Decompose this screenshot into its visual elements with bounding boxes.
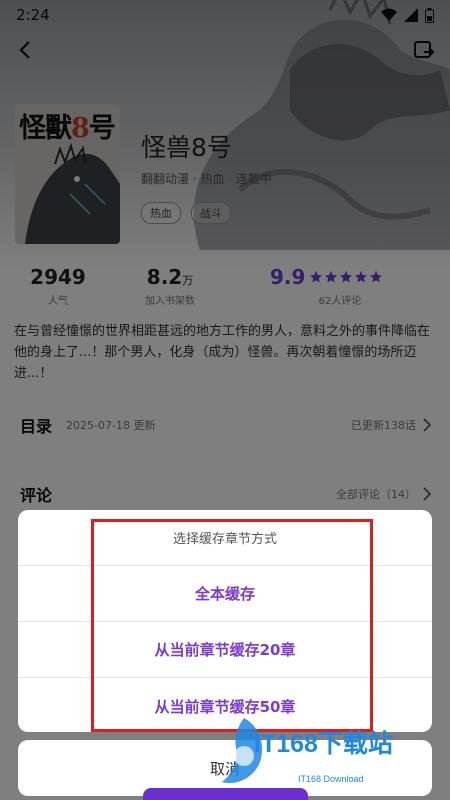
cache-options-sheet: 选择缓存章节方式 全本缓存 从当前章节缓存20章 从当前章节缓存50章 <box>18 510 432 732</box>
sheet-title: 选择缓存章节方式 <box>18 510 432 566</box>
cache-all-button[interactable]: 全本缓存 <box>18 566 432 622</box>
watermark-subtext: IT168 Download <box>298 774 364 784</box>
watermark-logo: IT168下载站 IT168 Download <box>214 712 444 794</box>
cache-20-chapters-button[interactable]: 从当前章节缓存20章 <box>18 622 432 678</box>
watermark-text: IT168下载站 <box>254 730 393 758</box>
